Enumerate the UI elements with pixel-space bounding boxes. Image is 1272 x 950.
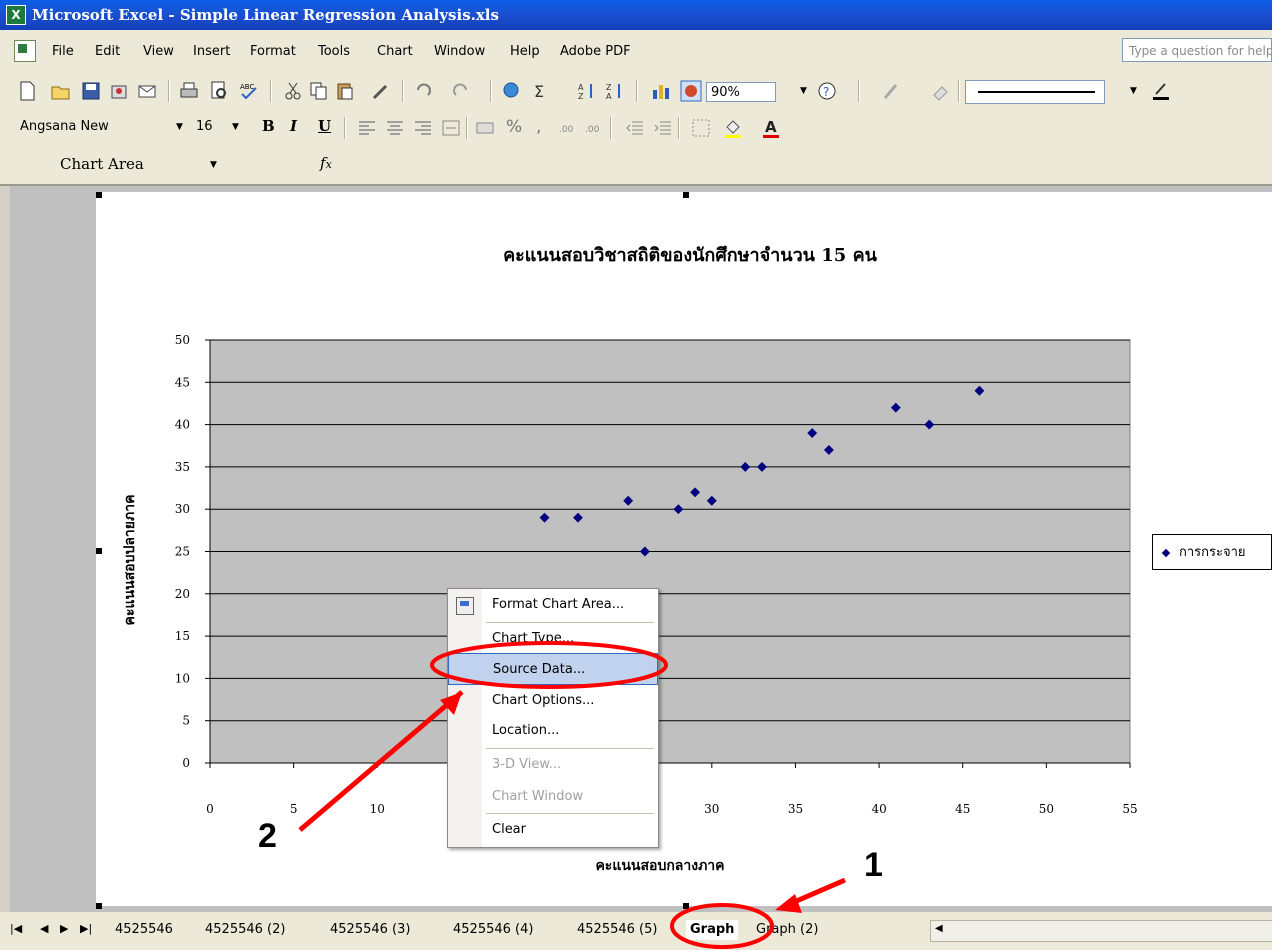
x-tick-label: 55 bbox=[1122, 802, 1137, 816]
last-sheet-icon[interactable]: ▶| bbox=[80, 922, 92, 935]
sheet-tab[interactable]: 4525546 (4) bbox=[453, 920, 533, 940]
menu-item-format-chart-area[interactable]: Format Chart Area... bbox=[448, 589, 658, 621]
y-tick-label: 10 bbox=[175, 671, 190, 685]
y-tick-label: 25 bbox=[175, 545, 190, 559]
horizontal-scrollbar[interactable]: ◀ bbox=[930, 920, 1272, 942]
y-tick-label: 5 bbox=[182, 714, 190, 728]
x-tick-label: 5 bbox=[290, 802, 298, 816]
menu-item-label: Chart Options... bbox=[492, 693, 595, 708]
y-tick-label: 45 bbox=[175, 375, 190, 389]
scroll-left-icon[interactable]: ◀ bbox=[935, 923, 943, 934]
legend-series-label: การกระจาย bbox=[1179, 545, 1246, 560]
sheet-tab[interactable]: 4525546 (3) bbox=[330, 920, 410, 940]
menu-item-clear[interactable]: Clear bbox=[448, 814, 658, 846]
context-menu: Format Chart Area... Chart Type... Sourc… bbox=[447, 588, 659, 848]
y-tick-label: 20 bbox=[175, 587, 190, 601]
menu-item-location[interactable]: Location... bbox=[448, 715, 658, 747]
sheet-tab[interactable]: 4525546 (2) bbox=[205, 920, 285, 940]
x-tick-label: 45 bbox=[955, 802, 970, 816]
y-tick-label: 15 bbox=[175, 629, 190, 643]
menu-item-label: Clear bbox=[492, 822, 526, 837]
x-tick-label: 10 bbox=[370, 802, 385, 816]
menu-item-label: Location... bbox=[492, 723, 560, 738]
x-tick-label: 40 bbox=[871, 802, 886, 816]
menu-item-chart-options[interactable]: Chart Options... bbox=[448, 685, 658, 717]
sheet-tab-active[interactable]: Graph bbox=[686, 920, 739, 940]
y-tick-label: 0 bbox=[182, 756, 190, 770]
x-tick-label: 0 bbox=[206, 802, 214, 816]
menu-item-source-data[interactable]: Source Data... bbox=[448, 653, 658, 685]
sheet-tab[interactable]: Graph (2) bbox=[756, 920, 818, 940]
annotation-step-1: 1 bbox=[864, 846, 883, 884]
x-tick-label: 50 bbox=[1039, 802, 1054, 816]
y-tick-label: 35 bbox=[175, 460, 190, 474]
menu-item-chart-type[interactable]: Chart Type... bbox=[448, 623, 658, 655]
sheet-tab-bar: |◀ ◀ ▶ ▶| 4525546 4525546 (2) 4525546 (3… bbox=[0, 912, 1272, 950]
menu-item-label: Chart Type... bbox=[492, 631, 575, 646]
chart-legend[interactable]: การกระจาย bbox=[1152, 534, 1272, 570]
menu-item-label: Chart Window bbox=[492, 789, 584, 804]
x-tick-label: 30 bbox=[704, 802, 719, 816]
sheet-tab[interactable]: 4525546 (5) bbox=[577, 920, 657, 940]
y-tick-label: 40 bbox=[175, 418, 190, 432]
format-chart-icon bbox=[456, 597, 474, 615]
y-tick-label: 30 bbox=[175, 502, 190, 516]
menu-item-chart-window: Chart Window bbox=[448, 781, 658, 813]
previous-sheet-icon[interactable]: ◀ bbox=[40, 922, 48, 935]
x-tick-label: 35 bbox=[788, 802, 803, 816]
next-sheet-icon[interactable]: ▶ bbox=[60, 922, 68, 935]
menu-item-label: 3-D View... bbox=[492, 757, 562, 772]
legend-marker-icon bbox=[1161, 548, 1171, 557]
first-sheet-icon[interactable]: |◀ bbox=[10, 922, 22, 935]
menu-item-label: Format Chart Area... bbox=[492, 597, 625, 612]
y-tick-label: 50 bbox=[175, 333, 190, 347]
menu-item-label: Source Data... bbox=[493, 662, 586, 677]
sheet-tab[interactable]: 4525546 bbox=[115, 920, 173, 940]
menu-item-3d-view: 3-D View... bbox=[448, 749, 658, 781]
annotation-step-2: 2 bbox=[258, 817, 277, 855]
